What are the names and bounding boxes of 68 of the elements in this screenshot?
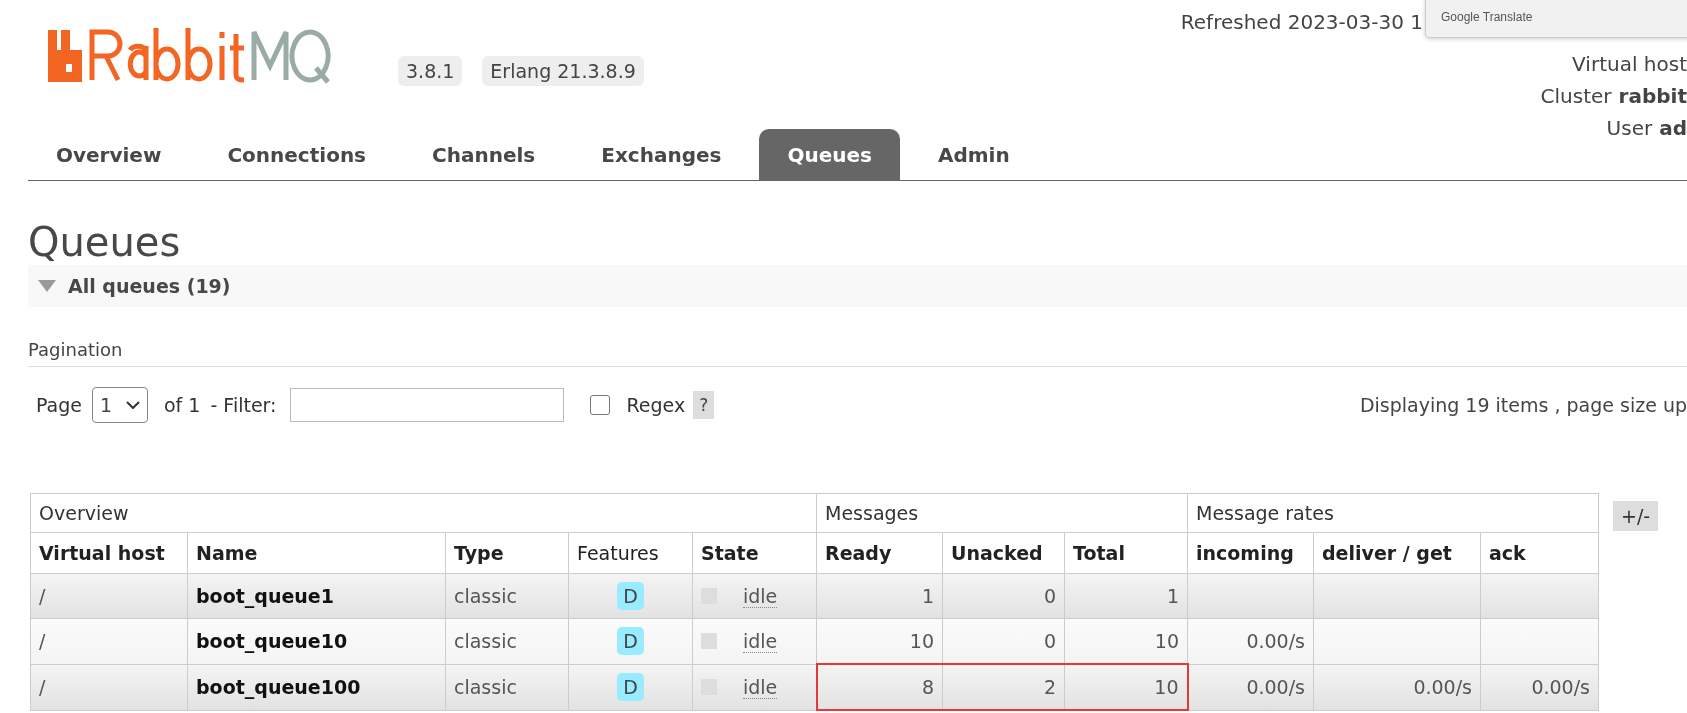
state-text: idle [743,584,778,608]
page-label: Page [36,394,82,416]
column-header: Type [445,532,569,574]
regex-label: Regex [626,394,686,416]
nav-tab[interactable]: Admin [909,129,1038,180]
display-info: Displaying 19 items , page size up [1359,394,1687,416]
table-cell: / [30,664,188,710]
table-cell: 0.00/s [1480,664,1599,710]
chevron-icon [126,401,140,409]
filter-label: - Filter: [210,394,277,416]
state-text: idle [743,675,778,699]
nav-tab[interactable]: Exchanges [573,129,750,180]
column-header: Unacked [942,532,1065,574]
table-cell: classic [445,664,569,710]
column-header: State [692,532,817,574]
help-button[interactable]: ? [693,391,715,419]
cluster-info: Cluster rabbit [1540,84,1687,108]
table-cell: 2 [942,664,1065,710]
popup-title: Google Translate [1441,10,1533,24]
queue-name[interactable]: boot_queue10 [187,618,446,664]
table-cell: classic [445,573,569,619]
virtual-host-label: Virtual host [1572,52,1687,76]
durable-badge: D [617,582,644,610]
section-header[interactable]: All queues (19) [28,265,1687,307]
column-header: Total [1064,532,1188,574]
table-cell: / [30,618,188,664]
state-text: idle [743,629,778,653]
table-cell: 0.00/s [1313,664,1481,710]
filter-field[interactable] [290,388,565,422]
regex-checkbox[interactable] [590,395,611,415]
column-header: Name [187,532,446,574]
column-header: incoming [1187,532,1314,574]
erlang-version-badge: Erlang 21.3.8.9 [482,56,644,86]
column-header: ack [1480,532,1599,574]
columns-toggle-button[interactable]: +/- [1613,501,1659,531]
column-header: Ready [816,532,943,574]
section-title: All queues (19) [68,275,231,297]
group-header: Messages [816,493,1188,533]
group-header: Message rates [1187,493,1599,533]
durable-badge: D [617,673,644,701]
column-header: Virtual host [30,532,188,574]
refreshed-time: Refreshed 2023-03-30 1 [1180,10,1423,34]
table-cell: 0.00/s [1187,664,1314,710]
group-header: Overview [30,493,817,533]
page-title: Queues [28,219,182,265]
nav-tab[interactable]: Connections [199,129,395,180]
user-info: User ad [1606,116,1687,140]
table-cell: 10 [1064,664,1188,710]
column-header: deliver / get [1313,532,1481,574]
queue-name[interactable]: boot_queue100 [187,664,446,710]
queue-name[interactable]: boot_queue1 [187,573,446,619]
table-cell: 0 [942,573,1065,619]
table-cell: classic [445,618,569,664]
nav-tab[interactable]: Queues [759,129,900,180]
pagination-title: Pagination [28,339,1687,367]
table-cell: / [30,573,188,619]
page-count: of 1 [164,394,201,416]
nav-tab[interactable]: Channels [404,129,564,180]
table-cell: 1 [1064,573,1188,619]
column-header: Features [568,532,693,574]
version-badge: 3.8.1 [398,56,463,86]
table-cell: 1 [816,573,943,619]
table-cell: 8 [816,664,943,710]
durable-badge: D [617,627,644,656]
table-cell: 0.00/s [1187,618,1314,664]
nav-tab[interactable]: Overview [28,129,190,180]
page-select[interactable]: 1 [92,387,148,423]
state-indicator-icon [701,633,717,650]
